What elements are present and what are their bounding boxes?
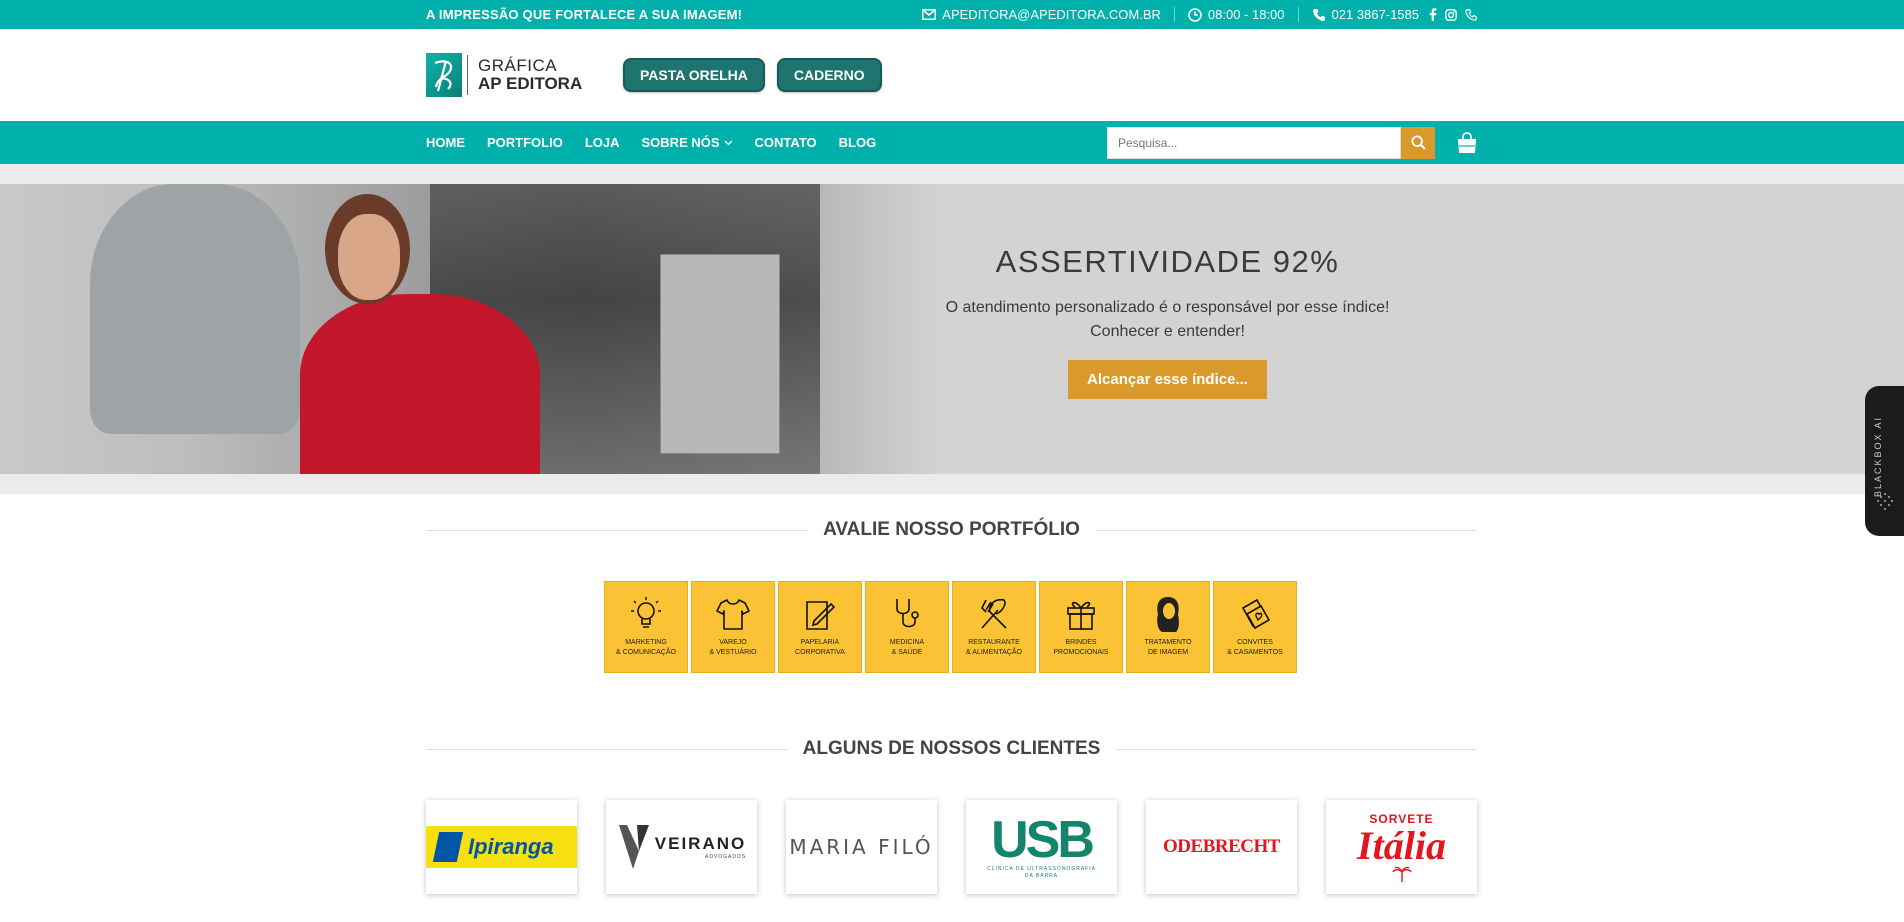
logo-mark <box>426 53 468 97</box>
client-ipiranga[interactable]: Ipiranga <box>426 800 577 894</box>
gift-icon <box>1067 601 1095 630</box>
dots-icon <box>1877 493 1893 510</box>
portrait-icon <box>1157 597 1179 632</box>
tile-marketing[interactable]: MARKETING & COMUNICAÇÃO <box>604 581 688 673</box>
phone-icon[interactable] <box>1465 8 1477 21</box>
logo-line-2: AP EDITORA <box>478 74 583 93</box>
nav-sobre-nos[interactable]: SOBRE NÓS <box>642 135 733 150</box>
tile-brindes[interactable]: BRINDES PROMOCIONAIS <box>1039 581 1123 673</box>
tile-label: BRINDES PROMOCIONAIS <box>1053 639 1109 656</box>
client-sorvete-italia[interactable]: SORVETE Itália <box>1326 800 1477 894</box>
tile-label: TRATAMENTO DE IMAGEM <box>1144 639 1192 656</box>
logo-line-1: GRÁFICA <box>478 56 558 75</box>
fork-knife-icon <box>981 598 1007 629</box>
tile-label: VAREJO & VESTUÁRIO <box>709 639 757 656</box>
portfolio-tiles: MARKETING & COMUNICAÇÃO VAREJO & VESTUÁR… <box>604 581 1297 673</box>
clients-title: ALGUNS DE NOSSOS CLIENTES <box>802 738 1101 759</box>
tile-varejo[interactable]: VAREJO & VESTUÁRIO <box>691 581 775 673</box>
client-logo-text: USB <box>991 811 1095 869</box>
search-form: Pesquisa... <box>1107 126 1435 159</box>
portfolio-heading: AVALIE NOSSO PORTFÓLIO <box>426 519 1477 541</box>
cart-button[interactable] <box>1457 131 1477 154</box>
tagline: A IMPRESSÃO QUE FORTALECE A SUA IMAGEM! <box>426 7 743 22</box>
tile-tratamento[interactable]: TRATAMENTO DE IMAGEM <box>1126 581 1210 673</box>
hours: 08:00 - 18:00 <box>1188 7 1285 22</box>
client-logo-subtext: ADVOGADOS <box>705 854 747 860</box>
search-button[interactable] <box>1401 126 1435 159</box>
palm-tree-icon <box>1391 866 1412 882</box>
instagram-icon[interactable] <box>1445 8 1457 21</box>
top-bar: A IMPRESSÃO QUE FORTALECE A SUA IMAGEM! … <box>0 0 1904 29</box>
client-logo-text: ODEBRECHT <box>1163 836 1280 857</box>
client-odebrecht[interactable]: ODEBRECHT <box>1146 800 1297 894</box>
client-usb[interactable]: USB CLÍNICA DE ULTRASSONOGRAFIA DA BARRA <box>966 800 1117 894</box>
hero-line-2: Conhecer e entender! <box>1090 323 1245 340</box>
pasta-orelha-button[interactable]: PASTA ORELHA <box>623 58 765 92</box>
tile-papelaria[interactable]: PAPELARIA CORPORATIVA <box>778 581 862 673</box>
client-logo-text: VEIRANO <box>654 834 747 853</box>
hours-text: 08:00 - 18:00 <box>1207 7 1285 22</box>
tile-label: CONVITES & CASAMENTOS <box>1227 639 1283 656</box>
hero-photo <box>0 184 940 474</box>
widget-label: BLACKBOX AI <box>1873 416 1883 498</box>
stethoscope-icon <box>896 599 919 628</box>
tile-label: MARKETING & COMUNICAÇÃO <box>616 639 676 656</box>
shopping-bag-icon <box>1458 131 1476 153</box>
client-veirano[interactable]: VEIRANO ADVOGADOS <box>606 800 757 894</box>
client-logo-text: Ipiranga <box>468 834 554 859</box>
client-maria-filo[interactable]: MARIA FILÓ <box>786 800 937 894</box>
tile-label: MEDICINA & SAÚDE <box>889 639 925 656</box>
site-logo[interactable]: GRÁFICA AP EDITORA <box>426 53 611 97</box>
hero-title: ASSERTIVIDADE 92% <box>995 244 1340 279</box>
blackbox-ai-widget[interactable]: BLACKBOX AI <box>1865 386 1904 536</box>
phone-icon <box>1312 8 1325 21</box>
tile-label: RESTAURANTE & ALIMENTAÇÃO <box>966 639 1022 656</box>
tile-label: PAPELARIA CORPORATIVA <box>795 639 845 656</box>
tile-restaurante[interactable]: RESTAURANTE & ALIMENTAÇÃO <box>952 581 1036 673</box>
nav-home[interactable]: HOME <box>426 135 465 150</box>
clients-logos: Ipiranga VEIRANO ADVOGADOS MARIA FILÓ US… <box>426 800 1477 894</box>
client-logo-subtext: CLÍNICA DE ULTRASSONOGRAFIA DA BARRA <box>987 866 1096 879</box>
search-icon <box>1410 135 1426 150</box>
tshirt-icon <box>716 599 750 630</box>
lightbulb-icon <box>631 597 661 628</box>
tile-medicina[interactable]: MEDICINA & SAÚDE <box>865 581 949 673</box>
search-input[interactable]: Pesquisa... <box>1107 126 1401 159</box>
phone-link[interactable]: 021 3867-1585 <box>1312 7 1419 22</box>
client-logo-text: Itália <box>1357 823 1446 868</box>
header: GRÁFICA AP EDITORA PASTA ORELHA CADERNO <box>0 29 1904 121</box>
tile-convites[interactable]: CONVITES & CASAMENTOS <box>1213 581 1297 673</box>
envelope-icon <box>922 9 937 20</box>
chevron-down-icon <box>724 140 732 145</box>
ipiranga-mark <box>432 832 464 862</box>
email-link[interactable]: APEDITORA@APEDITORA.COM.BR <box>922 7 1161 22</box>
clients-heading: ALGUNS DE NOSSOS CLIENTES <box>426 738 1478 760</box>
client-logo-text: MARIA FILÓ <box>789 835 934 859</box>
portfolio-title: AVALIE NOSSO PORTFÓLIO <box>823 519 1080 540</box>
nav-sobre-nos-label: SOBRE NÓS <box>641 135 720 150</box>
nav-blog[interactable]: BLOG <box>839 135 877 150</box>
veirano-mark <box>618 825 649 869</box>
caderno-button[interactable]: CADERNO <box>776 58 882 92</box>
invitation-icon <box>1241 598 1271 630</box>
nav-loja[interactable]: LOJA <box>585 135 620 150</box>
hero-cta-button[interactable]: Alcançar esse índice... <box>1068 360 1267 399</box>
divider <box>1173 7 1175 22</box>
hero-content: ASSERTIVIDADE 92% O atendimento personal… <box>930 244 1405 399</box>
main-nav: HOME PORTFOLIO LOJA SOBRE NÓS CONTATO BL… <box>0 121 1904 164</box>
notepad-pen-icon <box>806 601 836 630</box>
email-text: APEDITORA@APEDITORA.COM.BR <box>942 7 1161 22</box>
nav-contato[interactable]: CONTATO <box>755 135 817 150</box>
divider <box>1297 7 1299 22</box>
hero-line-1: O atendimento personalizado é o responsá… <box>945 299 1390 316</box>
nav-portfolio[interactable]: PORTFOLIO <box>487 135 563 150</box>
facebook-icon[interactable] <box>1429 8 1437 21</box>
hero-banner: ASSERTIVIDADE 92% O atendimento personal… <box>0 184 1904 474</box>
phone-text: 021 3867-1585 <box>1331 7 1419 22</box>
clock-icon <box>1188 7 1202 22</box>
